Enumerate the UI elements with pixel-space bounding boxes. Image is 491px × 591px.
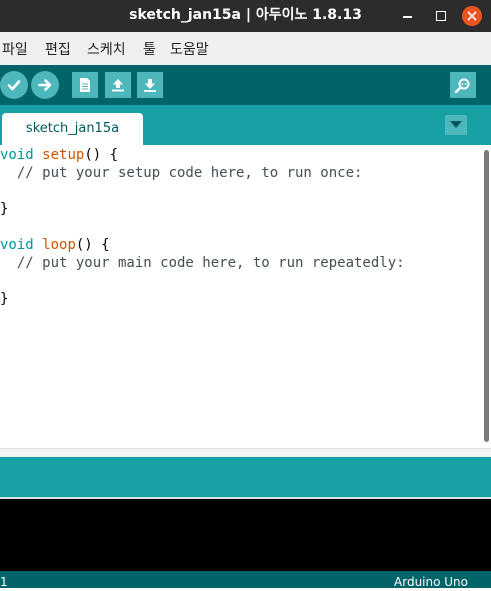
- editor-scrollbar[interactable]: [484, 150, 489, 442]
- maximize-button[interactable]: [428, 0, 454, 32]
- code-line: }: [0, 291, 9, 307]
- code-keyword: void: [0, 237, 34, 253]
- new-button[interactable]: [72, 72, 98, 98]
- upload-button[interactable]: [31, 71, 59, 99]
- verify-icon: [7, 80, 21, 91]
- tab-menu-icon: [450, 121, 462, 128]
- code-keyword: void: [0, 147, 34, 163]
- minimize-icon: [402, 16, 412, 18]
- code-editor[interactable]: void setup() { // put your setup code he…: [0, 145, 491, 448]
- open-icon: [112, 79, 124, 92]
- title-bar: sketch_jan15a | 아두이노 1.8.13: [0, 0, 491, 32]
- code-text: () {: [75, 237, 110, 253]
- code-line: void setup() {: [0, 146, 118, 164]
- toolbar: [0, 65, 491, 105]
- console-output[interactable]: [0, 499, 491, 571]
- code-line: void loop() {: [0, 236, 110, 254]
- menu-sketch[interactable]: 스케치: [87, 39, 126, 59]
- line-number: 1: [0, 575, 8, 589]
- serial-monitor-icon: [454, 78, 470, 93]
- code-comment: // put your setup code here, to run once…: [0, 165, 363, 181]
- editor-horizontal-scroll-area: [0, 448, 491, 457]
- upload-icon: [38, 79, 52, 91]
- menu-file[interactable]: 파일: [2, 39, 28, 59]
- maximize-icon: [436, 11, 446, 21]
- code-line: }: [0, 201, 9, 217]
- menu-help[interactable]: 도움말: [170, 39, 209, 59]
- serial-monitor-button[interactable]: [450, 72, 476, 98]
- message-bar: [0, 457, 491, 497]
- menu-bar: 파일 편집 스케치 툴 도움말: [0, 32, 491, 65]
- tab-menu-button[interactable]: [445, 115, 467, 135]
- tab-strip: sketch_jan15a: [0, 105, 491, 145]
- code-comment: // put your main code here, to run repea…: [0, 255, 405, 271]
- save-icon: [144, 79, 156, 92]
- verify-button[interactable]: [0, 71, 28, 99]
- board-name: Arduino Uno: [394, 575, 468, 589]
- status-bar: 1 Arduino Uno: [0, 571, 491, 589]
- code-function: setup: [42, 147, 85, 163]
- menu-tools[interactable]: 툴: [143, 39, 156, 59]
- close-button[interactable]: [459, 0, 485, 32]
- menu-edit[interactable]: 편집: [45, 39, 71, 59]
- minimize-button[interactable]: [394, 0, 420, 32]
- code-text: () {: [84, 147, 119, 163]
- code-function: loop: [42, 237, 76, 253]
- close-icon: [462, 6, 482, 26]
- save-button[interactable]: [137, 72, 163, 98]
- new-icon: [80, 78, 90, 92]
- open-button[interactable]: [105, 72, 131, 98]
- tab-sketch[interactable]: sketch_jan15a: [2, 113, 143, 145]
